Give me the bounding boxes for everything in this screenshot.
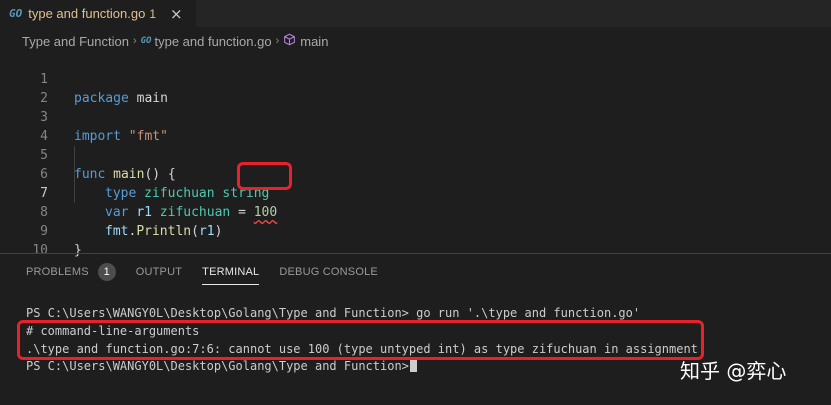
code-editor[interactable]: 1 package main 2 3 import "fmt" 4 5 func… <box>0 51 831 258</box>
code-text: } <box>74 243 82 258</box>
code-line: 8 fmt.Println(r1) <box>0 184 831 239</box>
code-line-active: 7 var r1 zifuchuan = 100 <box>0 165 831 220</box>
cube-icon <box>283 33 296 49</box>
error-highlight-box <box>17 320 704 360</box>
tab-problem-count: 1 <box>149 6 157 21</box>
terminal-prompt: PS C:\Users\WANGY0L\Desktop\Golang\Type … <box>26 359 409 373</box>
code-line: 1 package main <box>0 51 831 106</box>
tab-output[interactable]: OUTPUT <box>136 266 182 278</box>
tab-title: type and function.go <box>28 6 146 21</box>
editor-tab-type-and-function[interactable]: GO type and function.go 1 × <box>0 0 196 27</box>
tab-output-label: OUTPUT <box>135 266 183 278</box>
problems-count-badge: 1 <box>97 263 116 281</box>
indent-guide <box>74 146 75 203</box>
watermark: 知乎 @弈心 <box>680 359 787 383</box>
panel-divider <box>0 253 831 254</box>
tab-problems[interactable]: PROBLEMS 1 <box>26 263 116 281</box>
breadcrumb: Type and Function › GO type and function… <box>22 31 328 51</box>
tab-problems-label: PROBLEMS <box>26 266 89 278</box>
breadcrumb-file[interactable]: type and function.go <box>154 34 271 49</box>
breadcrumb-symbol[interactable]: main <box>300 34 328 49</box>
tab-debug-console-label: DEBUG CONSOLE <box>279 266 378 278</box>
breadcrumb-folder[interactable]: Type and Function <box>22 34 129 49</box>
tab-terminal[interactable]: TERMINAL <box>202 266 260 285</box>
close-icon[interactable]: × <box>170 5 183 23</box>
terminal-cursor <box>409 359 417 372</box>
code-line: 5 func main() { <box>0 127 831 182</box>
editor-tab-bar: GO type and function.go 1 × <box>0 0 831 27</box>
tab-debug-console[interactable]: DEBUG CONSOLE <box>279 266 378 278</box>
code-line: 9 } <box>0 203 831 258</box>
code-line: 3 import "fmt" <box>0 89 831 144</box>
code-line: 6 type zifuchuan string <box>0 146 831 201</box>
go-file-icon: GO <box>140 36 152 46</box>
error-highlight-box <box>237 162 292 190</box>
panel-tabs: PROBLEMS 1 OUTPUT TERMINAL DEBUG CONSOLE <box>26 263 398 285</box>
go-file-icon: GO <box>9 7 23 20</box>
code-line: 4 <box>0 108 831 144</box>
line-number: 10 <box>32 243 48 258</box>
chevron-right-icon: › <box>275 35 280 47</box>
tab-terminal-label: TERMINAL <box>202 266 260 278</box>
terminal-prompt-line: PS C:\Users\WANGY0L\Desktop\Golang\Type … <box>26 358 417 375</box>
code-line: 2 <box>0 70 831 106</box>
chevron-right-icon: › <box>132 35 137 47</box>
code-line: 10 <box>0 222 831 258</box>
